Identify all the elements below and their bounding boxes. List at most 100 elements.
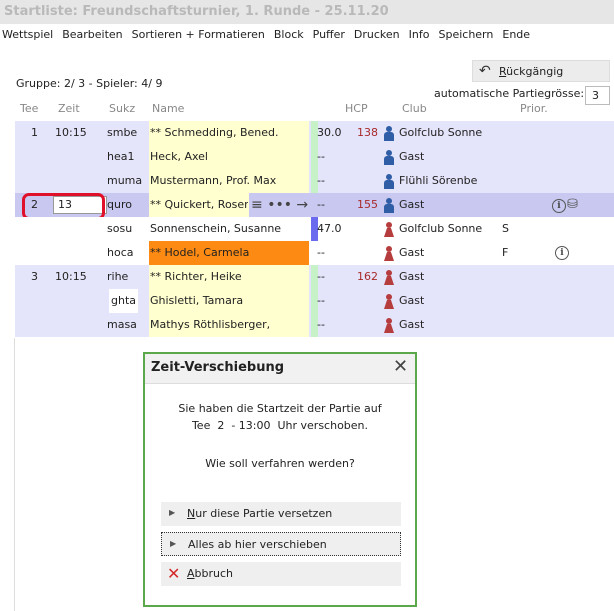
autosize-input[interactable]: 3 <box>585 86 610 105</box>
club-cell: Gast <box>399 294 425 307</box>
name-cell[interactable]: Mathys Röthlisberger, <box>150 313 308 337</box>
col-zeit[interactable]: Zeit <box>58 102 80 115</box>
hcp-playing-cell: 155 <box>357 198 378 211</box>
female-icon <box>384 222 394 237</box>
col-sukz[interactable]: Sukz <box>109 102 135 115</box>
menubar: Wettspiel Bearbeiten Sortieren + Formatier… <box>0 27 537 43</box>
table-row[interactable]: 1 10:15 smbe ** Schmedding, Bened. 30.0 … <box>15 121 614 145</box>
sukz-cell: muma <box>107 174 143 187</box>
menu-puffer[interactable]: Puffer <box>313 27 345 43</box>
prior-cell: F <box>502 246 509 259</box>
menu-icon[interactable]: ≡ <box>251 197 263 213</box>
female-icon <box>384 318 394 333</box>
table-row[interactable]: sosu Sonnenschein, Susanne 47.0 Golfclub… <box>15 217 614 241</box>
shift-all-following-button[interactable]: ▶ Alles ab hier verschieben <box>161 532 401 556</box>
autosize-label: automatische Partiegrösse: <box>434 87 585 100</box>
sukz-cell: smbe <box>107 126 138 139</box>
move-this-group-button[interactable]: ▶ Nur diese Partie versetzen <box>161 502 401 526</box>
dialog-title: Zeit-Verschiebung <box>151 360 285 375</box>
menu-info[interactable]: Info <box>409 27 430 43</box>
highlight-outline <box>22 193 105 220</box>
club-cell: Golfclub Sonne <box>399 126 483 139</box>
undo-label: Rückgängig <box>499 65 564 78</box>
hcp-cell: -- <box>317 318 325 331</box>
table-row[interactable]: hoca ** Hodel, Carmela -- Gast F i <box>15 241 614 265</box>
triangle-right-icon: ▶ <box>170 539 177 548</box>
undo-button[interactable]: ↶ Rückgängig <box>472 60 610 82</box>
hcp-playing-cell: 162 <box>357 270 378 283</box>
hcp-playing-cell: 138 <box>357 126 378 139</box>
row-action-icons: ≡ ••• → <box>251 193 308 217</box>
table-row[interactable]: muma Mustermann, Prof. Max -- Flühli Sör… <box>15 169 614 193</box>
menu-ende[interactable]: Ende <box>502 27 530 43</box>
table-row[interactable]: hea1 Heck, Axel -- Gast <box>15 145 614 169</box>
menu-drucken[interactable]: Drucken <box>354 27 400 43</box>
tee-cell: 1 <box>31 126 38 139</box>
menu-wettspiel[interactable]: Wettspiel <box>2 27 53 43</box>
tee-cell: 3 <box>31 270 38 283</box>
female-icon <box>384 246 394 261</box>
club-cell: Gast <box>399 318 425 331</box>
arrow-right-icon[interactable]: → <box>296 197 308 213</box>
club-cell: Flühli Sörenbe <box>399 174 478 187</box>
coins-icon[interactable]: ⛁ <box>567 193 578 217</box>
divider <box>14 338 15 611</box>
cancel-x-icon: ✕ <box>167 564 181 583</box>
dialog-message-line2: Tee 2 - 13:00 Uhr verschoben. <box>191 419 369 432</box>
table-row[interactable]: ghta Ghisletti, Tamara -- Gast <box>15 289 614 313</box>
sukz-cell: rihe <box>107 270 129 283</box>
menu-sortieren[interactable]: Sortieren + Formatieren <box>132 27 265 43</box>
col-club[interactable]: Club <box>402 102 427 115</box>
female-icon <box>384 270 394 285</box>
more-icon[interactable]: ••• <box>267 197 292 213</box>
col-tee[interactable]: Tee <box>20 102 38 115</box>
info-icon[interactable]: i <box>555 246 569 260</box>
hcp-cell: 47.0 <box>317 222 342 235</box>
name-cell[interactable]: Ghisletti, Tamara <box>150 289 308 313</box>
sukz-cell: hoca <box>107 246 134 259</box>
prior-cell: S <box>502 222 509 235</box>
menu-speichern[interactable]: Speichern <box>438 27 493 43</box>
male-icon <box>384 198 394 213</box>
club-cell: Gast <box>399 150 425 163</box>
hcp-cell: -- <box>317 294 325 307</box>
hcp-cell: 30.0 <box>317 126 342 139</box>
dialog-message-line1: Sie haben die Startzeit der Partie auf <box>178 402 382 415</box>
close-icon[interactable]: ✕ <box>393 357 408 377</box>
sukz-cell: ghta <box>109 289 139 313</box>
female-icon <box>384 294 394 309</box>
name-cell[interactable]: ** Hodel, Carmela <box>150 241 308 265</box>
club-cell: Gast <box>399 198 425 211</box>
col-prior[interactable]: Prior. <box>520 102 548 115</box>
name-cell[interactable]: ** Quickert, Rosen <box>150 193 248 217</box>
col-name[interactable]: Name <box>152 102 184 115</box>
time-shift-dialog: Zeit-Verschiebung ✕ Sie haben die Startz… <box>143 352 417 607</box>
sukz-cell: masa <box>107 318 137 331</box>
table-row[interactable]: masa Mathys Röthlisberger, -- Gast <box>15 313 614 337</box>
col-hcp[interactable]: HCP <box>345 102 368 115</box>
table-row[interactable]: 3 10:15 rihe ** Richter, Heike -- 162 Ga… <box>15 265 614 289</box>
dialog-question: Wie soll verfahren werden? <box>205 457 355 470</box>
menu-block[interactable]: Block <box>274 27 304 43</box>
info-icon[interactable]: i <box>552 199 566 213</box>
hcp-cell: -- <box>317 150 325 163</box>
male-icon <box>384 174 394 189</box>
time-cell[interactable]: 10:15 <box>55 121 87 145</box>
name-cell[interactable]: ** Richter, Heike <box>150 265 308 289</box>
hcp-cell: -- <box>317 198 325 211</box>
undo-icon: ↶ <box>479 63 491 79</box>
male-icon <box>384 150 394 165</box>
hcp-cell: -- <box>317 246 325 259</box>
name-cell[interactable]: Mustermann, Prof. Max <box>150 169 308 193</box>
name-cell[interactable]: Heck, Axel <box>150 145 308 169</box>
hcp-cell: -- <box>317 270 325 283</box>
name-cell[interactable]: Sonnenschein, Susanne <box>150 217 308 241</box>
cancel-button[interactable]: ✕ Abbruch <box>161 562 401 586</box>
time-cell[interactable]: 10:15 <box>55 265 87 289</box>
menu-bearbeiten[interactable]: Bearbeiten <box>62 27 122 43</box>
triangle-right-icon: ▶ <box>169 508 176 517</box>
group-info: Gruppe: 2/ 3 - Spieler: 4/ 9 <box>16 77 163 90</box>
sukz-cell: hea1 <box>107 150 135 163</box>
club-cell: Gast <box>399 246 425 259</box>
name-cell[interactable]: ** Schmedding, Bened. <box>150 121 308 145</box>
